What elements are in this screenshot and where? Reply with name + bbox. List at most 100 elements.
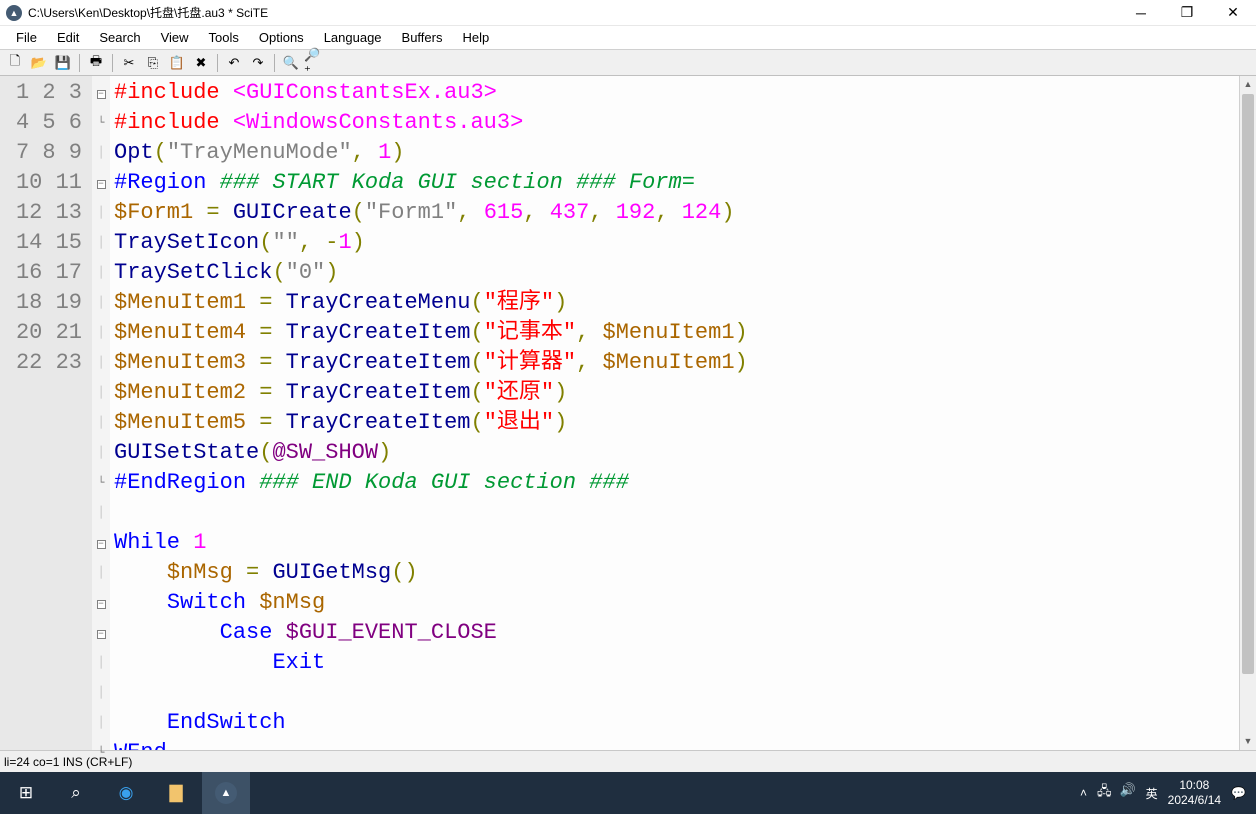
fold-line: │: [92, 648, 110, 678]
copy-icon[interactable]: ⎘: [142, 52, 164, 74]
menu-file[interactable]: File: [6, 27, 47, 48]
fold-toggle[interactable]: −: [92, 618, 110, 648]
line-number-gutter: 1 2 3 4 5 6 7 8 9 10 11 12 13 14 15 16 1…: [0, 76, 92, 750]
toolbar-separator: [112, 54, 113, 72]
scite-taskbar-icon[interactable]: ▲: [202, 772, 250, 814]
print-icon[interactable]: 🖶: [85, 52, 107, 74]
new-icon[interactable]: 🗋: [4, 52, 26, 74]
close-button[interactable]: ✕: [1210, 0, 1256, 26]
code-line[interactable]: Opt("TrayMenuMode", 1): [114, 138, 1239, 168]
save-icon[interactable]: 💾: [52, 52, 74, 74]
menu-language[interactable]: Language: [314, 27, 392, 48]
edge-icon[interactable]: ◉: [102, 772, 150, 814]
volume-icon[interactable]: 🔊: [1119, 782, 1135, 804]
cut-icon[interactable]: ✂: [118, 52, 140, 74]
code-line[interactable]: $nMsg = GUIGetMsg(): [114, 558, 1239, 588]
code-line[interactable]: #EndRegion ### END Koda GUI section ###: [114, 468, 1239, 498]
menu-edit[interactable]: Edit: [47, 27, 89, 48]
fold-toggle[interactable]: −: [92, 588, 110, 618]
code-line[interactable]: [114, 498, 1239, 528]
code-line[interactable]: WEnd: [114, 738, 1239, 750]
window-controls: ─ ❐ ✕: [1118, 0, 1256, 26]
open-icon[interactable]: 📂: [28, 52, 50, 74]
statusbar: li=24 co=1 INS (CR+LF): [0, 750, 1256, 772]
fold-end: └: [92, 108, 110, 138]
find-icon[interactable]: 🔍: [280, 52, 302, 74]
fold-toggle-icon: −: [97, 540, 106, 549]
menu-search[interactable]: Search: [89, 27, 150, 48]
code-line[interactable]: $MenuItem5 = TrayCreateItem("退出"): [114, 408, 1239, 438]
system-tray[interactable]: 🖧 🔊: [1097, 782, 1136, 804]
fold-toggle-icon: −: [97, 90, 106, 99]
fold-line: │: [92, 318, 110, 348]
fold-line: │: [92, 348, 110, 378]
code-line[interactable]: Exit: [114, 648, 1239, 678]
fold-toggle-icon: −: [97, 630, 106, 639]
code-line[interactable]: #include <WindowsConstants.au3>: [114, 108, 1239, 138]
fold-column[interactable]: −└│−│││││││││└│−│−−│││└: [92, 76, 110, 750]
code-line[interactable]: $MenuItem4 = TrayCreateItem("记事本", $Menu…: [114, 318, 1239, 348]
minimize-button[interactable]: ─: [1118, 0, 1164, 26]
menubar: FileEditSearchViewToolsOptionsLanguageBu…: [0, 26, 1256, 50]
replace-icon[interactable]: 🔎⁺: [304, 52, 326, 74]
redo-icon[interactable]: ↷: [247, 52, 269, 74]
delete-icon[interactable]: ✖: [190, 52, 212, 74]
scrollbar-thumb[interactable]: [1242, 94, 1254, 674]
code-line[interactable]: $MenuItem2 = TrayCreateItem("还原"): [114, 378, 1239, 408]
action-center-icon[interactable]: 💬: [1231, 786, 1246, 800]
fold-toggle-icon: −: [97, 180, 106, 189]
code-line[interactable]: $Form1 = GUICreate("Form1", 615, 437, 19…: [114, 198, 1239, 228]
code-line[interactable]: [114, 678, 1239, 708]
vertical-scrollbar[interactable]: ▲ ▼: [1239, 76, 1256, 750]
scroll-down-arrow[interactable]: ▼: [1240, 733, 1256, 750]
fold-toggle[interactable]: −: [92, 78, 110, 108]
titlebar: ▲ C:\Users\Ken\Desktop\托盘\托盘.au3 * SciTE…: [0, 0, 1256, 26]
paste-icon[interactable]: 📋: [166, 52, 188, 74]
toolbar: 🗋📂💾 🖶 ✂⎘📋✖ ↶↷ 🔍🔎⁺: [0, 50, 1256, 76]
fold-end: └: [92, 738, 110, 768]
code-line[interactable]: EndSwitch: [114, 708, 1239, 738]
clock[interactable]: 10:08 2024/6/14: [1168, 778, 1221, 808]
tray-chevron-icon[interactable]: ˄: [1080, 786, 1087, 800]
menu-help[interactable]: Help: [452, 27, 499, 48]
window-title: C:\Users\Ken\Desktop\托盘\托盘.au3 * SciTE: [28, 4, 1118, 21]
scroll-up-arrow[interactable]: ▲: [1240, 76, 1256, 93]
network-icon[interactable]: 🖧: [1097, 782, 1112, 804]
code-line[interactable]: While 1: [114, 528, 1239, 558]
fold-line: │: [92, 438, 110, 468]
code-line[interactable]: #include <GUIConstantsEx.au3>: [114, 78, 1239, 108]
code-line[interactable]: Switch $nMsg: [114, 588, 1239, 618]
fold-line: │: [92, 678, 110, 708]
code-line[interactable]: TraySetIcon("", -1): [114, 228, 1239, 258]
code-line[interactable]: Case $GUI_EVENT_CLOSE: [114, 618, 1239, 648]
search-button[interactable]: ⌕: [52, 772, 100, 814]
status-text: li=24 co=1 INS (CR+LF): [4, 755, 132, 769]
clock-date: 2024/6/14: [1168, 793, 1221, 808]
code-line[interactable]: $MenuItem3 = TrayCreateItem("计算器", $Menu…: [114, 348, 1239, 378]
app-icon: ▲: [6, 5, 22, 21]
fold-line: │: [92, 228, 110, 258]
explorer-icon[interactable]: ▇: [152, 772, 200, 814]
fold-line: │: [92, 288, 110, 318]
code-line[interactable]: GUISetState(@SW_SHOW): [114, 438, 1239, 468]
fold-toggle[interactable]: −: [92, 168, 110, 198]
fold-line: │: [92, 198, 110, 228]
start-button[interactable]: ⊞: [2, 772, 50, 814]
editor[interactable]: 1 2 3 4 5 6 7 8 9 10 11 12 13 14 15 16 1…: [0, 76, 1256, 750]
undo-icon[interactable]: ↶: [223, 52, 245, 74]
fold-line: │: [92, 378, 110, 408]
fold-line: │: [92, 258, 110, 288]
clock-time: 10:08: [1168, 778, 1221, 793]
code-line[interactable]: #Region ### START Koda GUI section ### F…: [114, 168, 1239, 198]
menu-view[interactable]: View: [151, 27, 199, 48]
ime-indicator[interactable]: 英: [1146, 785, 1158, 802]
code-line[interactable]: $MenuItem1 = TrayCreateMenu("程序"): [114, 288, 1239, 318]
maximize-button[interactable]: ❐: [1164, 0, 1210, 26]
fold-toggle[interactable]: −: [92, 528, 110, 558]
menu-options[interactable]: Options: [249, 27, 314, 48]
menu-buffers[interactable]: Buffers: [392, 27, 453, 48]
code-area[interactable]: #include <GUIConstantsEx.au3>#include <W…: [110, 76, 1239, 750]
fold-line: │: [92, 138, 110, 168]
menu-tools[interactable]: Tools: [199, 27, 249, 48]
code-line[interactable]: TraySetClick("0"): [114, 258, 1239, 288]
